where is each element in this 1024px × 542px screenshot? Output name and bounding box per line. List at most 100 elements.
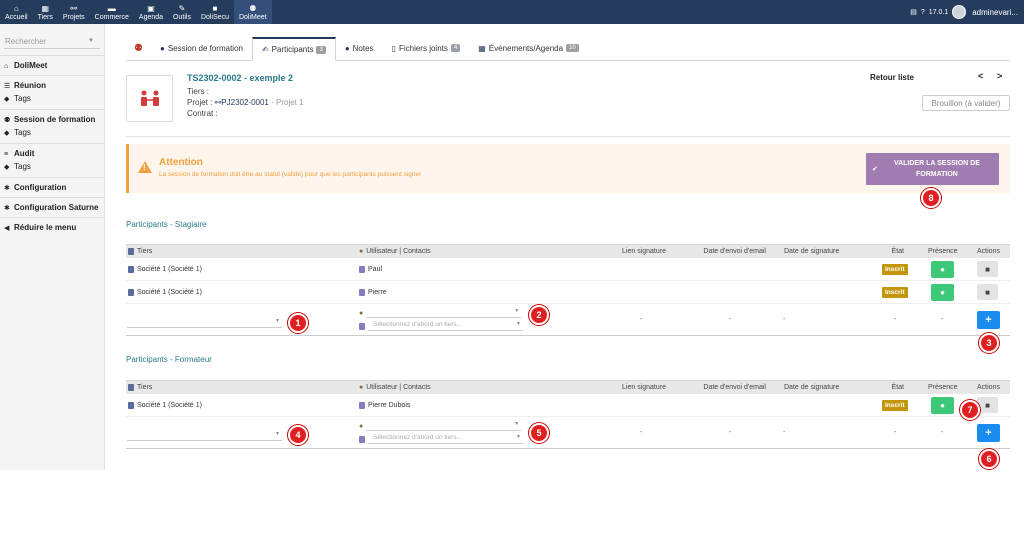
warning-icon bbox=[138, 161, 152, 173]
sidebar-item-audit-tags[interactable]: ◆ Tags bbox=[0, 161, 104, 175]
prev-record-button[interactable]: < bbox=[978, 71, 983, 81]
nav-dolisecu[interactable]: ■ DoliSecu bbox=[196, 0, 234, 24]
tiers-select[interactable]: ▼ bbox=[127, 318, 282, 328]
people-icon: ⚉ bbox=[249, 3, 257, 13]
add-participant-button[interactable]: + bbox=[977, 310, 1000, 329]
sidebar-item-audit[interactable]: ≡ Audit bbox=[0, 146, 104, 161]
building-icon bbox=[128, 401, 134, 409]
annotation-marker: 2 bbox=[529, 305, 549, 325]
section-title-formateur: Participants - Formateur bbox=[126, 355, 212, 364]
wrench-icon: ✎ bbox=[178, 3, 186, 13]
info-icon: ● bbox=[159, 43, 165, 53]
user-icon: ● bbox=[940, 264, 945, 274]
presence-button[interactable]: ● bbox=[931, 283, 954, 301]
nav-accueil[interactable]: ⌂ Accueil bbox=[0, 0, 33, 24]
delete-button[interactable]: ■ bbox=[977, 397, 998, 413]
tab-bar: ⚉ ● Session de formation ✍ Participants 3 ●… bbox=[126, 37, 1010, 61]
sidebar-item-dolimeet[interactable]: ⌂ DoliMeet bbox=[0, 58, 104, 73]
tiers-select[interactable]: ▼ bbox=[127, 431, 282, 441]
divider bbox=[0, 55, 104, 56]
user-select[interactable]: ▼ bbox=[366, 308, 522, 318]
nav-outils[interactable]: ✎ Outils bbox=[168, 0, 196, 24]
tab-module-icon[interactable]: ⚉ bbox=[126, 36, 151, 60]
back-to-list-link[interactable]: Retour liste bbox=[870, 73, 914, 82]
lock-icon: ■ bbox=[212, 3, 218, 13]
user-name[interactable]: adminevari... bbox=[972, 8, 1018, 17]
divider bbox=[126, 136, 1010, 137]
project-icon: ⚯ bbox=[70, 3, 78, 13]
contact-select[interactable]: Sélectionnez d'abord un tiers... ▼ bbox=[368, 434, 523, 444]
annotation-marker: 4 bbox=[288, 425, 308, 445]
trash-icon: ■ bbox=[985, 264, 990, 274]
tiers-link[interactable]: Société 1 (Société 1) bbox=[137, 266, 202, 273]
nav-commerce[interactable]: ▬ Commerce bbox=[90, 0, 134, 24]
sidebar-item-session-tags[interactable]: ◆ Tags bbox=[0, 127, 104, 141]
plus-icon: + bbox=[985, 313, 992, 326]
contact-link[interactable]: Paul bbox=[368, 266, 382, 273]
validate-session-button[interactable]: ✔ VALIDER LA SESSION DE FORMATION bbox=[866, 153, 999, 185]
table-row: Société 1 (Société 1) Paul Inscrit ● ■ bbox=[126, 258, 1010, 281]
presence-button[interactable]: ● bbox=[931, 260, 954, 278]
avatar[interactable] bbox=[952, 5, 967, 19]
annotation-marker: 6 bbox=[979, 449, 999, 469]
presence-button[interactable]: ● bbox=[931, 396, 954, 414]
tiers-link[interactable]: Société 1 (Société 1) bbox=[137, 402, 202, 409]
nav-tiers[interactable]: ▦ Tiers bbox=[33, 0, 58, 24]
chevron-down-icon: ▼ bbox=[516, 434, 521, 440]
printer-icon[interactable]: ▤ bbox=[910, 8, 917, 16]
chevron-down-icon: ▼ bbox=[514, 308, 520, 314]
contact-select[interactable]: Sélectionnez d'abord un tiers... ▼ bbox=[368, 321, 523, 331]
top-nav: ⌂ Accueil ▦ Tiers ⚯ Projets ▬ Commerce ▣ Agen… bbox=[0, 0, 272, 24]
signature-icon: ✍ bbox=[261, 45, 269, 54]
building-icon: ▦ bbox=[41, 3, 49, 13]
contact-link[interactable]: Pierre Dubois bbox=[368, 402, 410, 409]
record-projet: Projet : ⚯PJ2302-0001 - Projet 1 bbox=[187, 98, 304, 107]
add-participant-row: ▼ ● ▼ Sélectionnez d'abord un tiers... ▼ -… bbox=[126, 417, 1010, 449]
nav-projets[interactable]: ⚯ Projets bbox=[58, 0, 90, 24]
sidebar-item-configuration[interactable]: ✱ Configuration bbox=[0, 180, 104, 195]
add-participant-button[interactable]: + bbox=[977, 423, 1000, 442]
version-label: 17.0.1 bbox=[928, 8, 949, 16]
gear-icon: ✱ bbox=[4, 185, 10, 192]
tiers-link[interactable]: Société 1 (Société 1) bbox=[137, 289, 202, 296]
home-icon: ⌂ bbox=[13, 3, 19, 13]
nav-agenda[interactable]: ▣ Agenda bbox=[134, 0, 168, 24]
table-row: Société 1 (Société 1) Pierre Dubois Insc… bbox=[126, 394, 1010, 417]
table-header: Tiers ● Utilisateur | Contacts Lien signa… bbox=[126, 244, 1010, 258]
list-icon: ≡ bbox=[4, 151, 9, 158]
contact-icon bbox=[359, 265, 365, 273]
user-icon: ● bbox=[940, 400, 945, 410]
user-select[interactable]: ▼ bbox=[366, 421, 522, 431]
tab-participants[interactable]: ✍ Participants 3 bbox=[251, 37, 336, 61]
user-icon: ● bbox=[359, 248, 364, 255]
help-icon[interactable]: ? bbox=[921, 9, 925, 16]
tab-session[interactable]: ● Session de formation bbox=[151, 36, 252, 60]
chevron-down-icon: ▼ bbox=[275, 317, 280, 324]
sidebar-item-reduce-menu[interactable]: ◀ Réduire le menu bbox=[0, 220, 104, 235]
plus-icon: + bbox=[985, 426, 992, 439]
gear-icon: ✱ bbox=[4, 205, 10, 212]
record-tiers: Tiers : bbox=[187, 87, 209, 96]
delete-button[interactable]: ■ bbox=[977, 261, 998, 277]
delete-button[interactable]: ■ bbox=[977, 284, 998, 300]
user-icon: ● bbox=[359, 309, 364, 317]
divider bbox=[0, 109, 104, 110]
user-icon: ● bbox=[359, 384, 364, 391]
building-icon bbox=[128, 384, 134, 391]
sidebar-item-reunion[interactable]: ☰ Réunion bbox=[0, 78, 104, 93]
add-participant-row: ▼ ● ▼ Sélectionnez d'abord un tiers... ▼ -… bbox=[126, 304, 1010, 336]
projet-link[interactable]: PJ2302-0001 bbox=[221, 98, 269, 107]
check-icon: ✔ bbox=[872, 165, 878, 173]
section-title-stagiaire: Participants - Stagiaire bbox=[126, 220, 207, 229]
sidebar-item-reunion-tags[interactable]: ◆ Tags bbox=[0, 93, 104, 107]
contact-link[interactable]: Pierre bbox=[368, 289, 387, 296]
sidebar-item-session[interactable]: ⚉ Session de formation bbox=[0, 112, 104, 127]
sidebar-item-configuration-saturne[interactable]: ✱ Configuration Saturne bbox=[0, 200, 104, 215]
building-icon bbox=[128, 288, 134, 296]
tab-notes[interactable]: ● Notes bbox=[336, 36, 383, 60]
tab-files[interactable]: ▯ Fichiers joints 4 bbox=[383, 36, 470, 60]
tab-agenda[interactable]: ▦ Événements/Agenda 10 bbox=[469, 36, 588, 60]
next-record-button[interactable]: > bbox=[997, 71, 1002, 81]
sidebar-search[interactable]: Rechercher ▼ bbox=[4, 37, 100, 49]
nav-dolimeet[interactable]: ⚉ DoliMeet bbox=[233, 0, 272, 24]
